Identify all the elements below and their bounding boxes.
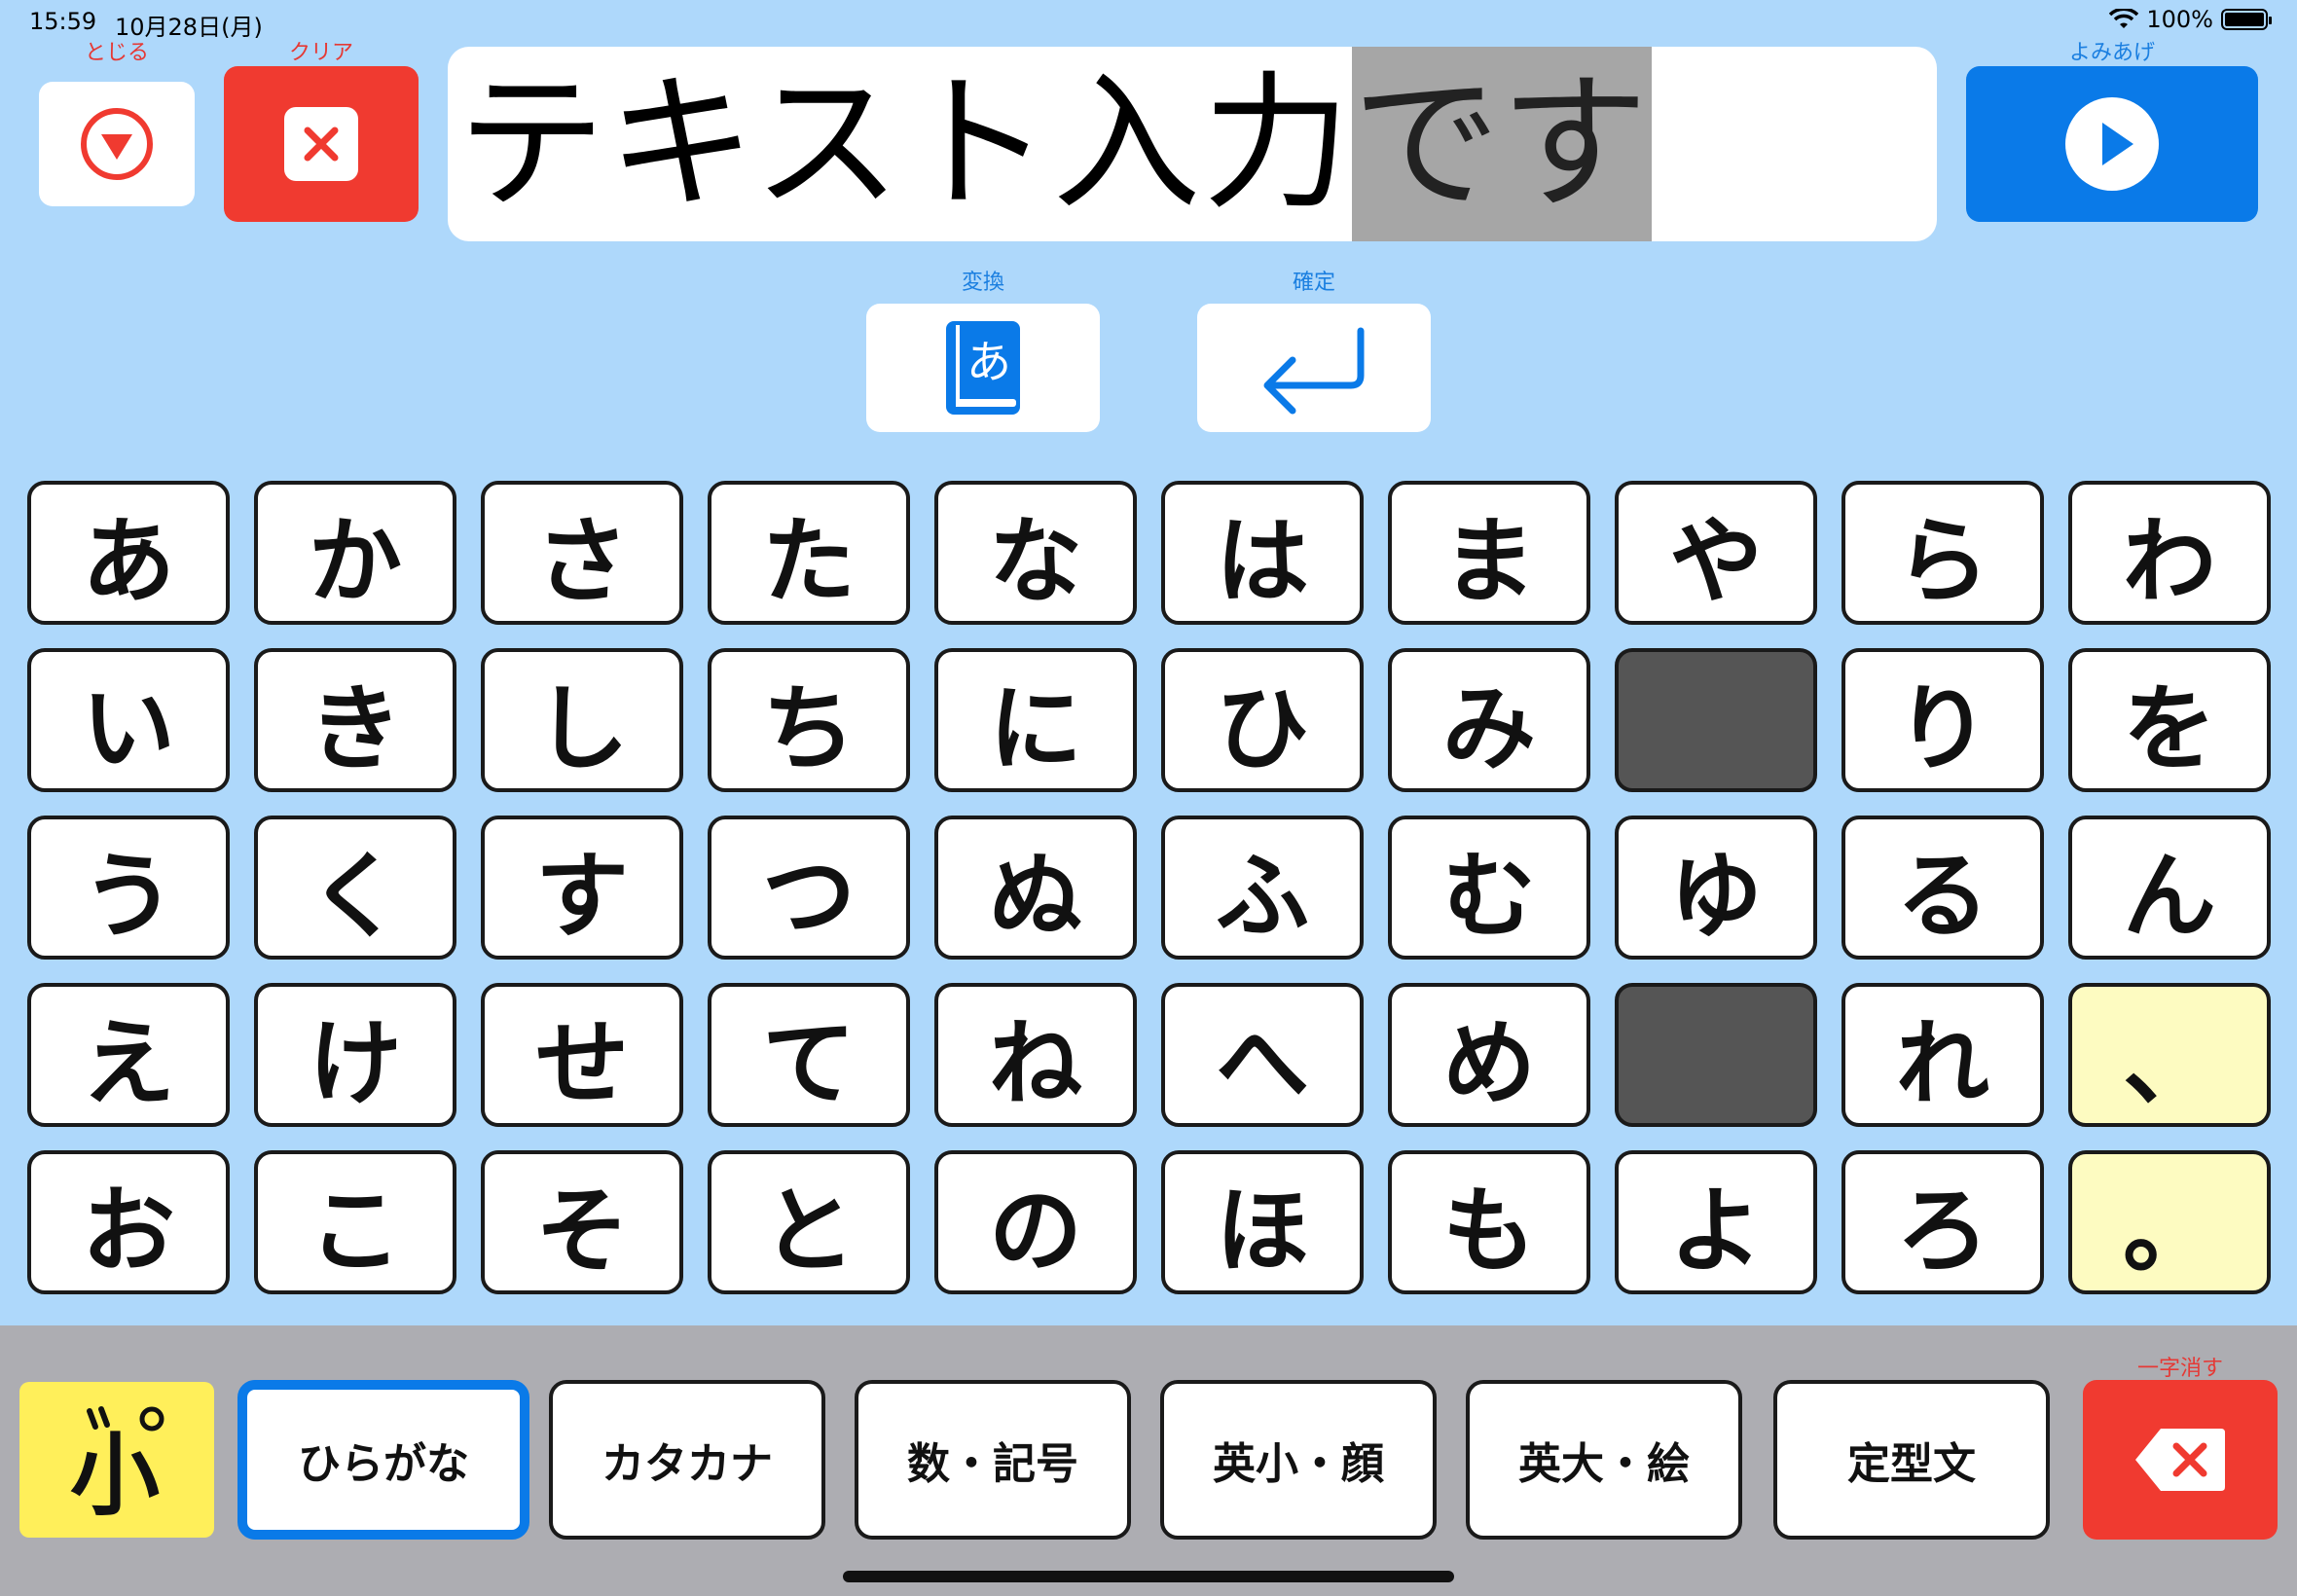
clear-x-icon bbox=[284, 107, 358, 181]
kana-key[interactable]: め bbox=[1388, 983, 1590, 1127]
kana-key[interactable]: や bbox=[1615, 481, 1817, 625]
kana-key[interactable]: を bbox=[2068, 648, 2271, 792]
kana-key[interactable]: み bbox=[1388, 648, 1590, 792]
kana-key[interactable]: さ bbox=[481, 481, 683, 625]
kana-key[interactable]: て bbox=[708, 983, 910, 1127]
kana-key[interactable]: ろ bbox=[1841, 1150, 2044, 1294]
kana-key[interactable]: ち bbox=[708, 648, 910, 792]
clear-caption: クリア bbox=[288, 41, 353, 65]
kana-key[interactable]: ん bbox=[2068, 816, 2271, 960]
kana-key[interactable]: せ bbox=[481, 983, 683, 1127]
kana-key[interactable]: し bbox=[481, 648, 683, 792]
status-indicators: 100% bbox=[2109, 6, 2272, 33]
mode-tab[interactable]: 英小・顔 bbox=[1160, 1380, 1437, 1540]
kana-key[interactable]: ふ bbox=[1161, 816, 1364, 960]
kana-key[interactable]: ひ bbox=[1161, 648, 1364, 792]
kana-key[interactable]: ら bbox=[1841, 481, 2044, 625]
kana-key[interactable]: も bbox=[1388, 1150, 1590, 1294]
kana-key[interactable]: う bbox=[27, 816, 230, 960]
kana-key[interactable]: つ bbox=[708, 816, 910, 960]
kana-key[interactable]: ぬ bbox=[934, 816, 1137, 960]
kana-key[interactable]: わ bbox=[2068, 481, 2271, 625]
kana-key[interactable]: た bbox=[708, 481, 910, 625]
blank-key bbox=[1615, 983, 1817, 1127]
dictionary-icon: あ bbox=[946, 321, 1020, 415]
convert-caption: 変換 bbox=[961, 271, 1004, 295]
kana-key[interactable]: 、 bbox=[2068, 983, 2271, 1127]
kana-key[interactable]: へ bbox=[1161, 983, 1364, 1127]
close-caption: とじる bbox=[84, 41, 149, 65]
kana-key[interactable]: ほ bbox=[1161, 1150, 1364, 1294]
return-icon bbox=[1263, 327, 1365, 415]
close-button[interactable] bbox=[39, 82, 195, 206]
home-indicator bbox=[843, 1571, 1454, 1582]
mode-tab[interactable]: 定型文 bbox=[1773, 1380, 2050, 1540]
kana-key[interactable]: の bbox=[934, 1150, 1137, 1294]
convert-button[interactable]: あ bbox=[866, 304, 1100, 432]
kana-key[interactable]: れ bbox=[1841, 983, 2044, 1127]
kana-key[interactable]: あ bbox=[27, 481, 230, 625]
kana-key[interactable]: に bbox=[934, 648, 1137, 792]
text-input-display[interactable]: テキスト入力 です bbox=[448, 47, 1937, 241]
kana-key[interactable]: は bbox=[1161, 481, 1364, 625]
kana-key[interactable]: い bbox=[27, 648, 230, 792]
kana-key[interactable]: け bbox=[254, 983, 456, 1127]
svg-text:小: 小 bbox=[70, 1424, 160, 1518]
kana-key[interactable]: ま bbox=[1388, 481, 1590, 625]
clear-button[interactable] bbox=[224, 66, 419, 222]
pending-text: です bbox=[1352, 47, 1653, 241]
kana-key[interactable]: む bbox=[1388, 816, 1590, 960]
mode-tab[interactable]: カタカナ bbox=[549, 1380, 825, 1540]
kana-key[interactable]: こ bbox=[254, 1150, 456, 1294]
play-icon bbox=[2065, 97, 2159, 191]
confirmed-text: テキスト入力 bbox=[457, 57, 1353, 230]
dakuten-handakuten-key[interactable]: 小 bbox=[19, 1382, 214, 1538]
kana-key[interactable]: よ bbox=[1615, 1150, 1817, 1294]
kana-key[interactable]: ね bbox=[934, 983, 1137, 1127]
close-down-circle-icon bbox=[81, 108, 153, 180]
kana-key[interactable]: り bbox=[1841, 648, 2044, 792]
dakuten-small-icon: 小 bbox=[70, 1406, 164, 1518]
delete-caption: 一字消す bbox=[2136, 1357, 2223, 1381]
delete-char-button[interactable] bbox=[2083, 1380, 2278, 1540]
blank-key bbox=[1615, 648, 1817, 792]
kana-key[interactable]: と bbox=[708, 1150, 910, 1294]
backspace-icon bbox=[2135, 1429, 2225, 1491]
kana-key[interactable]: な bbox=[934, 481, 1137, 625]
speak-caption: よみあげ bbox=[2068, 41, 2155, 65]
status-time: 15:59 bbox=[29, 8, 97, 35]
mode-tab[interactable]: ひらがな bbox=[237, 1380, 529, 1540]
battery-icon bbox=[2221, 9, 2272, 30]
speak-button[interactable] bbox=[1966, 66, 2258, 222]
kana-key[interactable]: く bbox=[254, 816, 456, 960]
kana-key[interactable]: る bbox=[1841, 816, 2044, 960]
mode-tab[interactable]: 数・記号 bbox=[855, 1380, 1131, 1540]
battery-percent: 100% bbox=[2146, 6, 2213, 33]
svg-text:あ: あ bbox=[966, 336, 1011, 388]
kana-key[interactable]: ゆ bbox=[1615, 816, 1817, 960]
kana-key[interactable]: 。 bbox=[2068, 1150, 2271, 1294]
mode-tab[interactable]: 英大・絵 bbox=[1466, 1380, 1742, 1540]
confirm-caption: 確定 bbox=[1292, 271, 1335, 295]
wifi-icon bbox=[2109, 9, 2139, 28]
confirm-button[interactable] bbox=[1197, 304, 1431, 432]
kana-key[interactable]: か bbox=[254, 481, 456, 625]
kana-key[interactable]: き bbox=[254, 648, 456, 792]
kana-key[interactable]: す bbox=[481, 816, 683, 960]
kana-key[interactable]: え bbox=[27, 983, 230, 1127]
kana-key[interactable]: そ bbox=[481, 1150, 683, 1294]
kana-key[interactable]: お bbox=[27, 1150, 230, 1294]
